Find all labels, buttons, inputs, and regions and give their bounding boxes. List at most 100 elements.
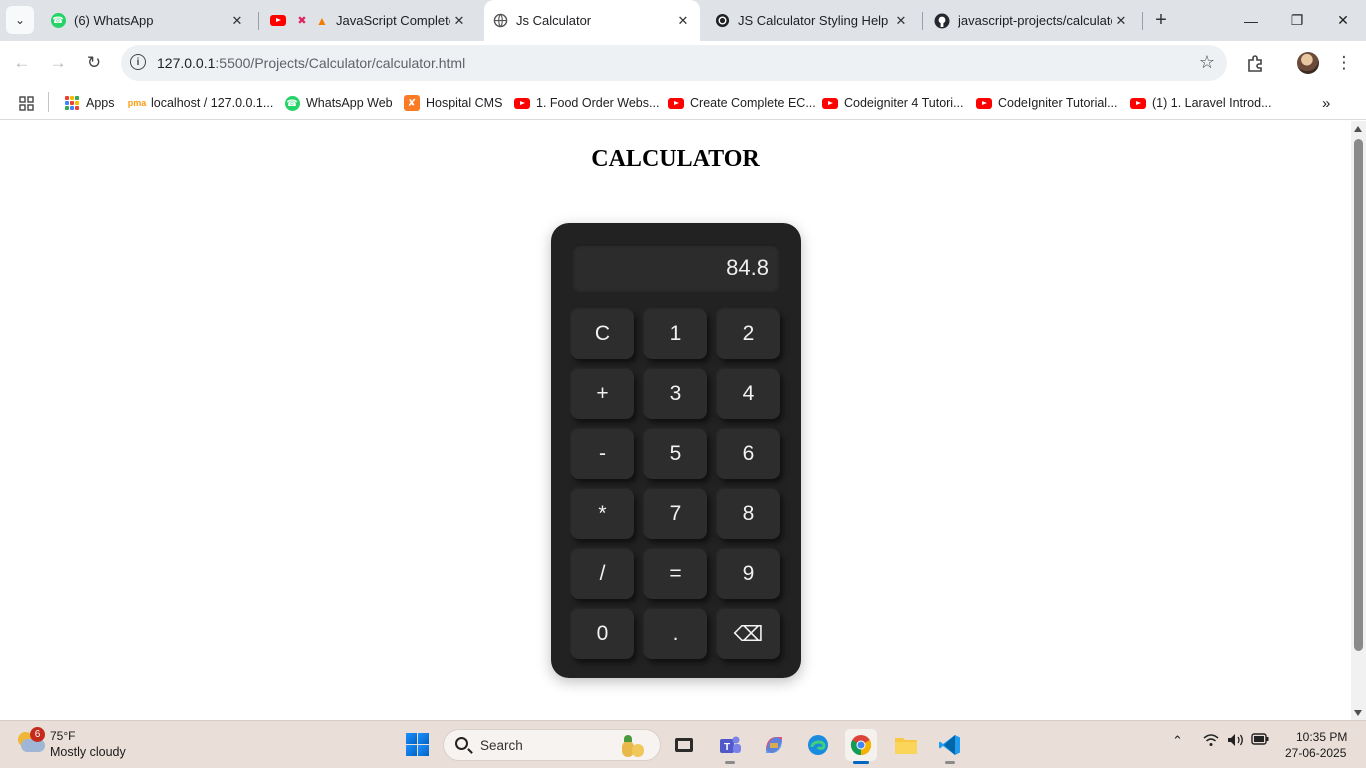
key-0[interactable]: 0 — [571, 609, 634, 659]
tab-title: Js Calculator — [516, 13, 592, 28]
bookmark-label: localhost / 127.0.0.1... — [151, 96, 274, 110]
key-8[interactable]: 8 — [717, 489, 780, 539]
key-5[interactable]: 5 — [644, 429, 707, 479]
key-4[interactable]: 4 — [717, 369, 780, 419]
calculator: 84.8 C 1 2 + 3 4 - 5 6 * 7 8 / = 9 0 . ⌫ — [551, 223, 801, 678]
reload-button[interactable]: ↻ — [80, 49, 108, 77]
teams-app[interactable]: T — [714, 729, 746, 764]
bookmark-laravel[interactable]: (1) 1. Laravel Introd... — [1130, 93, 1272, 113]
taskbar-search[interactable]: Search — [443, 729, 661, 761]
key-plus[interactable]: + — [571, 369, 634, 419]
page-scrollbar[interactable] — [1351, 121, 1366, 720]
calculator-display: 84.8 — [572, 244, 780, 292]
copilot-app[interactable] — [758, 729, 790, 761]
key-backspace[interactable]: ⌫ — [717, 609, 780, 659]
key-clear[interactable]: C — [571, 309, 634, 359]
bookmark-apps[interactable]: Apps — [64, 93, 115, 113]
tab-javascript-complete[interactable]: ✖ ▲ JavaScript Complete ✕ — [264, 0, 476, 41]
bookmark-codeigniter4[interactable]: Codeigniter 4 Tutori... — [822, 93, 964, 113]
teams-icon: T — [720, 736, 741, 753]
bookmark-food-order[interactable]: 1. Food Order Webs... — [514, 93, 659, 113]
tab-groups-button[interactable] — [18, 93, 40, 113]
back-button[interactable]: ← — [8, 49, 36, 77]
key-3[interactable]: 3 — [644, 369, 707, 419]
scroll-up-icon[interactable] — [1354, 126, 1362, 132]
address-bar[interactable]: i 127.0.0.1:5500/Projects/Calculator/cal… — [121, 45, 1227, 81]
whatsapp-icon: ☎ — [284, 95, 300, 111]
bookmark-codeigniter-tutorial[interactable]: CodeIgniter Tutorial... — [976, 93, 1118, 113]
tab-whatsapp[interactable]: ☎ (6) WhatsApp ✕ — [42, 0, 254, 41]
notification-badge: 6 — [30, 727, 45, 742]
key-2[interactable]: 2 — [717, 309, 780, 359]
tab-search-button[interactable]: ⌄ — [6, 6, 34, 34]
arrow-right-icon: → — [49, 53, 67, 72]
file-explorer-app[interactable] — [890, 729, 922, 761]
close-icon[interactable]: ✕ — [892, 12, 910, 30]
key-multiply[interactable]: * — [571, 489, 634, 539]
close-window-button[interactable]: ✕ — [1320, 0, 1366, 41]
restore-button[interactable]: ❐ — [1274, 0, 1320, 41]
page-viewport: CALCULATOR 84.8 C 1 2 + 3 4 - 5 6 * 7 8 … — [0, 121, 1366, 720]
bookmarks-bar: Apps pma localhost / 127.0.0.1... ☎ What… — [0, 86, 1366, 120]
close-icon[interactable]: ✕ — [674, 12, 692, 30]
volume-icon[interactable] — [1227, 733, 1244, 750]
clock-time[interactable]: 10:35 PM — [1296, 730, 1347, 744]
edge-app[interactable] — [802, 729, 834, 761]
chrome-app[interactable] — [845, 729, 877, 764]
more-bookmarks-button[interactable]: » — [1322, 93, 1330, 113]
bookmark-star-icon[interactable]: ☆ — [1199, 52, 1215, 73]
url-path: :5500/Projects/Calculator/calculator.htm… — [215, 55, 466, 71]
bookmark-whatsapp-web[interactable]: ☎ WhatsApp Web — [284, 93, 393, 113]
chatgpt-icon — [714, 13, 730, 29]
battery-icon[interactable] — [1251, 733, 1269, 748]
close-icon[interactable]: ✕ — [228, 12, 246, 30]
site-info-icon[interactable]: i — [130, 54, 146, 70]
chrome-icon — [850, 735, 872, 756]
tab-styling-help[interactable]: JS Calculator Styling Help ✕ — [706, 0, 918, 41]
youtube-icon — [822, 95, 838, 111]
profile-avatar[interactable] — [1297, 52, 1319, 74]
browser-toolbar: ← → ↻ i 127.0.0.1:5500/Projects/Calculat… — [0, 41, 1366, 86]
new-tab-button[interactable]: + — [1150, 9, 1172, 31]
key-minus[interactable]: - — [571, 429, 634, 479]
key-9[interactable]: 9 — [717, 549, 780, 599]
weather-description[interactable]: Mostly cloudy — [50, 745, 126, 759]
clock-date[interactable]: 27-06-2025 — [1285, 746, 1346, 760]
url-text[interactable]: 127.0.0.1:5500/Projects/Calculator/calcu… — [157, 55, 465, 71]
scroll-down-icon[interactable] — [1354, 710, 1362, 716]
extensions-button[interactable] — [1243, 51, 1267, 75]
mute-icon[interactable]: ✖ — [294, 13, 310, 29]
key-6[interactable]: 6 — [717, 429, 780, 479]
bookmark-localhost[interactable]: pma localhost / 127.0.0.1... — [127, 93, 274, 113]
key-equals[interactable]: = — [644, 549, 707, 599]
youtube-icon — [1130, 95, 1146, 111]
close-icon[interactable]: ✕ — [450, 12, 468, 30]
vscode-app[interactable] — [934, 729, 966, 764]
key-1[interactable]: 1 — [644, 309, 707, 359]
youtube-icon — [976, 95, 992, 111]
minimize-button[interactable]: — — [1228, 0, 1274, 41]
key-7[interactable]: 7 — [644, 489, 707, 539]
bookmark-label: 1. Food Order Webs... — [536, 96, 660, 110]
tab-github[interactable]: javascript-projects/calculator ✕ — [926, 0, 1138, 41]
bookmark-hospital-cms[interactable]: ✘ Hospital CMS — [404, 93, 502, 113]
restore-icon: ❐ — [1290, 12, 1304, 28]
tab-js-calculator[interactable]: Js Calculator ✕ — [484, 0, 700, 41]
bookmark-label: WhatsApp Web — [306, 96, 393, 110]
start-button[interactable] — [406, 733, 429, 756]
bookmark-create-complete[interactable]: Create Complete EC... — [668, 93, 816, 113]
forward-button[interactable]: → — [44, 49, 72, 77]
menu-button[interactable]: ⋮ — [1332, 51, 1356, 75]
scrollbar-thumb[interactable] — [1354, 139, 1363, 651]
wifi-icon[interactable] — [1203, 733, 1219, 750]
tab-separator — [922, 12, 923, 30]
phpmyadmin-icon: pma — [127, 98, 147, 108]
task-view-button[interactable] — [668, 729, 700, 761]
github-icon — [934, 13, 950, 29]
show-hidden-icons-button[interactable]: ⌃ — [1172, 733, 1183, 749]
close-icon[interactable]: ✕ — [1112, 12, 1130, 30]
key-divide[interactable]: / — [571, 549, 634, 599]
weather-temperature[interactable]: 75°F — [50, 729, 75, 743]
chevron-down-icon: ⌄ — [14, 13, 26, 27]
key-decimal[interactable]: . — [644, 609, 707, 659]
